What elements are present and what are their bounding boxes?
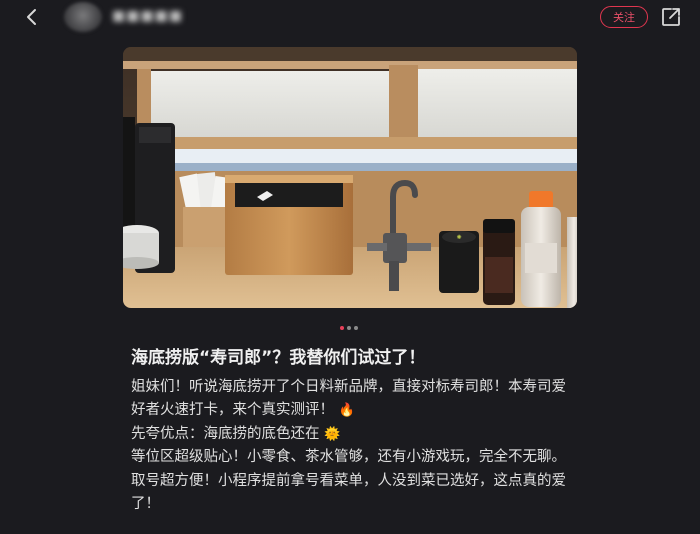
sun-emoji: 🌞 [324,426,341,442]
carousel-dot-3[interactable] [354,326,358,330]
post-title: 海底捞版“寿司郎”？我替你们试过了！ [131,348,426,368]
share-button[interactable] [660,6,682,28]
paragraph-text: 取号超方便！小程序提前拿号看菜单，人没到菜已选好，这点真的爱了！ [131,472,566,513]
chevron-left-icon [27,9,36,25]
post-photo[interactable]: ✺ [123,47,577,308]
back-button[interactable] [22,6,44,28]
share-icon [662,8,680,26]
avatar[interactable] [64,2,102,32]
carousel-dot-2[interactable] [347,326,351,330]
carousel-dot-1[interactable] [340,326,344,330]
fire-emoji: 🔥 [338,403,355,419]
paragraph-text: 等位区超级贴心！小零食、茶水管够，还有小游戏玩，完全不无聊。 [131,449,566,466]
post-paragraph: 先夸优点：海底捞的底色还在 🌞 [131,423,576,446]
author-name[interactable]: ■■■■■ [112,8,183,24]
follow-button[interactable]: 关注 [600,6,648,28]
top-bar: ■■■■■ 关注 [0,0,700,34]
post-paragraph: 姐妹们！听说海底捞开了个日料新品牌，直接对标寿司郎！本寿司爱好者火速打卡，来个真… [131,376,576,423]
carousel-indicator [340,326,358,332]
paragraph-text: 先夸优点：海底捞的底色还在 [131,425,320,442]
restaurant-table-image: ✺ [123,47,577,308]
post-paragraph: 等位区超级贴心！小零食、茶水管够，还有小游戏玩，完全不无聊。 [131,446,576,469]
post-paragraph: 取号超方便！小程序提前拿号看菜单，人没到菜已选好，这点真的爱了！ [131,470,576,517]
svg-text:✺: ✺ [456,234,461,241]
post-body: 姐妹们！听说海底捞开了个日料新品牌，直接对标寿司郎！本寿司爱好者火速打卡，来个真… [131,376,576,516]
